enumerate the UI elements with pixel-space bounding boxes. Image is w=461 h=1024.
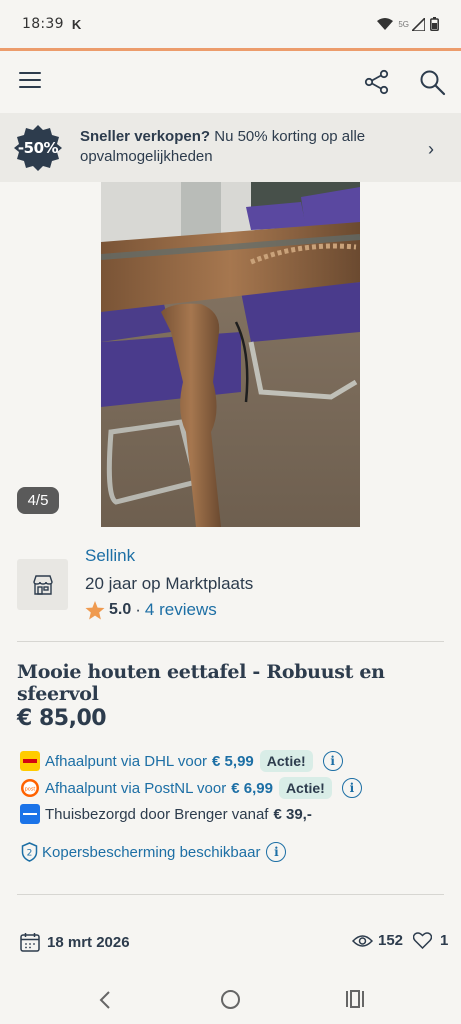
shipping-option-brenger[interactable]: Thuisbezorgd door Brenger vanaf € 39,- [20,802,312,826]
store-icon [32,574,53,595]
rating-separator: · [135,600,141,619]
status-bar: 18:39 K 5G [0,0,461,48]
buyer-protection[interactable]: 2 Kopersbescherming beschikbaar i [21,842,287,862]
listing-stats: 152 1 [352,932,448,949]
star-icon [85,600,105,619]
promo-banner[interactable]: -50% Sneller verkopen? Nu 50% korting op… [0,113,461,182]
seller-name[interactable]: Sellink [85,546,135,566]
listing-date-value: 18 mrt 2026 [47,933,130,951]
signal-icon [412,17,425,31]
divider [17,894,444,895]
battery-icon [430,17,439,31]
status-icons: 5G [377,17,439,31]
svg-text:2: 2 [27,849,33,859]
shipping-option-postnl[interactable]: post Afhaalpunt via PostNL voor € 6,99 A… [20,776,362,800]
buyer-protection-label: Kopersbescherming beschikbaar [42,843,261,861]
listing-price: € 85,00 [17,706,107,731]
wifi-icon [377,18,394,30]
photo-counter: 4/5 [17,487,59,514]
app-bar [0,51,461,113]
dhl-logo [20,751,40,771]
hamburger-icon[interactable] [19,72,41,92]
system-nav-bar [0,978,461,1024]
discount-badge: -50% [17,139,59,157]
seller-card[interactable]: Sellink 20 jaar op Marktplaats 5.0 · 4 r… [0,527,461,641]
promo-badge: Actie! [278,777,332,799]
svg-text:post: post [25,787,36,793]
heart-icon[interactable] [413,932,433,949]
info-icon[interactable]: i [266,842,287,862]
listing-date: 18 mrt 2026 [20,932,130,952]
listing-photo[interactable] [101,182,360,527]
shipping-option-dhl[interactable]: Afhaalpunt via DHL voor € 5,99 Actie! i [20,749,343,773]
seller-years: 20 jaar op Marktplaats [85,574,254,593]
rating-value: 5.0 [109,601,132,618]
info-icon[interactable]: i [341,778,362,798]
shield-icon: 2 [21,842,38,862]
network-type: 5G [398,19,409,29]
shipping-label: Afhaalpunt via PostNL voor [45,779,227,797]
promo-headline: Sneller verkopen? [80,128,211,145]
shipping-label: Thuisbezorgd door Brenger vanaf [45,805,269,823]
chevron-right-icon: › [428,139,434,159]
home-icon[interactable] [221,990,240,1009]
status-carrier-letter: K [71,16,82,32]
seller-rating: 5.0 · 4 reviews [85,600,217,620]
postnl-logo: post [21,779,39,797]
shipping-price: € 5,99 [212,752,254,770]
status-time: 18:39 [22,16,64,32]
shipping-label: Afhaalpunt via DHL voor [45,752,208,770]
shipping-price: € 6,99 [231,779,273,797]
calendar-icon [20,933,40,952]
promo-text: Sneller verkopen? Nu 50% korting op alle… [80,127,410,167]
share-icon[interactable] [364,69,390,95]
promo-badge: Actie! [259,750,313,772]
back-icon[interactable] [96,988,114,1012]
recent-apps-icon[interactable] [345,990,365,1008]
divider [17,641,444,642]
favorite-count: 1 [440,932,449,949]
seller-avatar[interactable] [17,559,68,610]
search-icon[interactable] [419,69,446,96]
photo-gallery[interactable]: 4/5 [0,182,461,527]
info-icon[interactable]: i [322,751,343,771]
brenger-logo [20,804,40,824]
listing-title: Mooie houten eettafel - Robuust en sfeer… [17,661,385,705]
view-count: 152 [378,932,404,949]
shipping-price: € 39,- [273,805,312,823]
reviews-link[interactable]: 4 reviews [145,600,217,620]
eye-icon [352,934,373,947]
